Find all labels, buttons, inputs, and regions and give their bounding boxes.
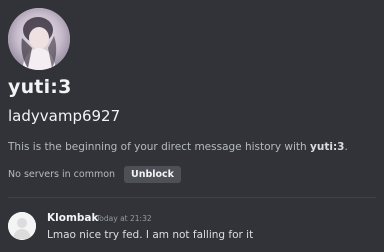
profile-avatar[interactable] — [8, 8, 70, 70]
message-avatar-image — [8, 212, 36, 240]
message-avatar[interactable] — [8, 212, 36, 240]
profile-username: ladyvamp6927 — [8, 107, 121, 125]
dm-intro-text: This is the beginning of your direct mes… — [8, 141, 348, 153]
intro-suffix: . — [344, 141, 348, 153]
message-content: Lmao nice try fed. I am not falling for … — [47, 229, 254, 241]
message-author[interactable]: Klombak — [47, 212, 98, 224]
avatar-image — [8, 8, 70, 70]
unblock-button[interactable]: Unblock — [124, 166, 181, 183]
mutual-servers-text: No servers in common — [8, 169, 116, 180]
divider — [8, 197, 376, 198]
intro-name: yuti:3 — [310, 141, 345, 153]
intro-prefix: This is the beginning of your direct mes… — [8, 141, 311, 153]
profile-display-name: yuti:3 — [8, 76, 72, 98]
message-timestamp: Today at 21:32 — [96, 214, 152, 223]
